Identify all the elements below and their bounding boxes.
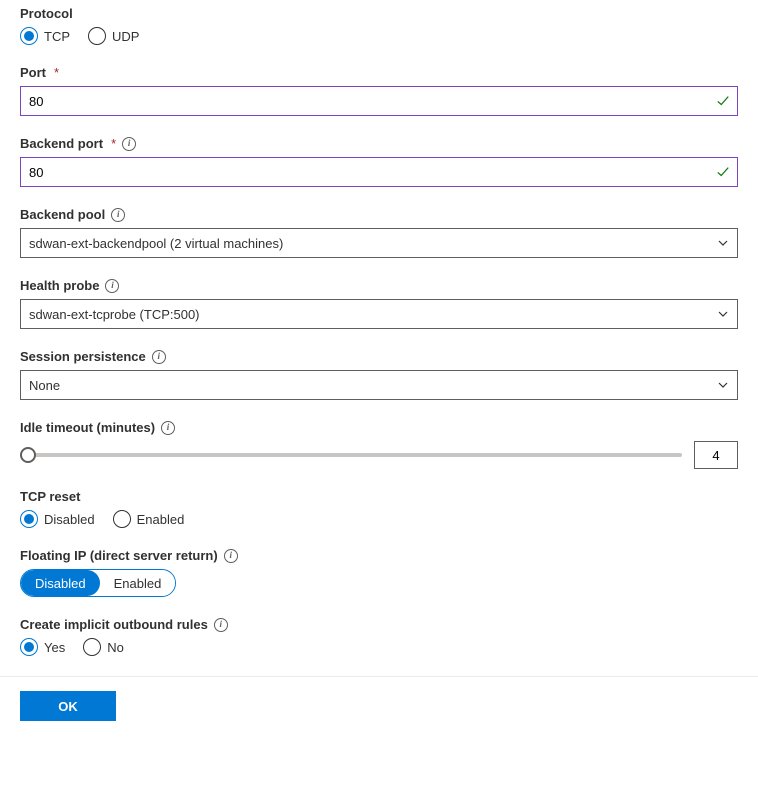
idle-timeout-value-input[interactable] bbox=[694, 441, 738, 469]
outbound-rules-no-label: No bbox=[107, 640, 124, 655]
radio-circle-icon bbox=[20, 510, 38, 528]
radio-circle-icon bbox=[83, 638, 101, 656]
tcp-reset-radio-group: Disabled Enabled bbox=[20, 510, 738, 528]
port-label: Port * bbox=[20, 65, 738, 80]
floating-ip-enabled-label: Enabled bbox=[114, 576, 162, 591]
info-icon[interactable]: i bbox=[161, 421, 175, 435]
radio-circle-icon bbox=[88, 27, 106, 45]
backend-pool-label: Backend pool i bbox=[20, 207, 738, 222]
protocol-label: Protocol bbox=[20, 6, 738, 21]
radio-circle-icon bbox=[20, 638, 38, 656]
protocol-tcp-label: TCP bbox=[44, 29, 70, 44]
tcp-reset-radio-enabled[interactable]: Enabled bbox=[113, 510, 185, 528]
floating-ip-label-text: Floating IP (direct server return) bbox=[20, 548, 218, 563]
protocol-radio-group: TCP UDP bbox=[20, 27, 738, 45]
session-persistence-label: Session persistence i bbox=[20, 349, 738, 364]
health-probe-label: Health probe i bbox=[20, 278, 738, 293]
port-field: Port * bbox=[20, 65, 738, 116]
info-icon[interactable]: i bbox=[105, 279, 119, 293]
session-persistence-value: None bbox=[29, 378, 60, 393]
protocol-label-text: Protocol bbox=[20, 6, 73, 21]
info-icon[interactable]: i bbox=[152, 350, 166, 364]
protocol-udp-label: UDP bbox=[112, 29, 139, 44]
info-icon[interactable]: i bbox=[111, 208, 125, 222]
tcp-reset-label-text: TCP reset bbox=[20, 489, 80, 504]
required-indicator: * bbox=[111, 136, 116, 151]
footer-bar: OK bbox=[0, 677, 758, 741]
info-icon[interactable]: i bbox=[224, 549, 238, 563]
load-balancing-rule-form: Protocol TCP UDP Port * Backen bbox=[0, 0, 758, 656]
outbound-rules-label-text: Create implicit outbound rules bbox=[20, 617, 208, 632]
checkmark-icon bbox=[716, 165, 730, 179]
outbound-rules-field: Create implicit outbound rules i Yes No bbox=[20, 617, 738, 656]
radio-circle-icon bbox=[113, 510, 131, 528]
health-probe-label-text: Health probe bbox=[20, 278, 99, 293]
idle-timeout-slider[interactable] bbox=[20, 445, 682, 465]
ok-button[interactable]: OK bbox=[20, 691, 116, 721]
backend-pool-field: Backend pool i sdwan-ext-backendpool (2 … bbox=[20, 207, 738, 258]
protocol-radio-udp[interactable]: UDP bbox=[88, 27, 139, 45]
tcp-reset-enabled-label: Enabled bbox=[137, 512, 185, 527]
floating-ip-toggle: Disabled Enabled bbox=[20, 569, 176, 597]
idle-timeout-field: Idle timeout (minutes) i bbox=[20, 420, 738, 469]
info-icon[interactable]: i bbox=[214, 618, 228, 632]
tcp-reset-field: TCP reset Disabled Enabled bbox=[20, 489, 738, 528]
chevron-down-icon bbox=[717, 308, 729, 320]
session-persistence-label-text: Session persistence bbox=[20, 349, 146, 364]
slider-thumb-icon[interactable] bbox=[20, 447, 36, 463]
checkmark-icon bbox=[716, 94, 730, 108]
protocol-radio-tcp[interactable]: TCP bbox=[20, 27, 70, 45]
port-input[interactable] bbox=[20, 86, 738, 116]
outbound-rules-radio-no[interactable]: No bbox=[83, 638, 124, 656]
backend-pool-label-text: Backend pool bbox=[20, 207, 105, 222]
backend-pool-value: sdwan-ext-backendpool (2 virtual machine… bbox=[29, 236, 283, 251]
health-probe-field: Health probe i sdwan-ext-tcprobe (TCP:50… bbox=[20, 278, 738, 329]
backend-port-label: Backend port * i bbox=[20, 136, 738, 151]
outbound-rules-yes-label: Yes bbox=[44, 640, 65, 655]
outbound-rules-radio-yes[interactable]: Yes bbox=[20, 638, 65, 656]
protocol-field: Protocol TCP UDP bbox=[20, 6, 738, 45]
backend-port-label-text: Backend port bbox=[20, 136, 103, 151]
chevron-down-icon bbox=[717, 237, 729, 249]
port-label-text: Port bbox=[20, 65, 46, 80]
outbound-rules-label: Create implicit outbound rules i bbox=[20, 617, 738, 632]
backend-port-field: Backend port * i bbox=[20, 136, 738, 187]
tcp-reset-radio-disabled[interactable]: Disabled bbox=[20, 510, 95, 528]
outbound-rules-radio-group: Yes No bbox=[20, 638, 738, 656]
idle-timeout-label: Idle timeout (minutes) i bbox=[20, 420, 738, 435]
health-probe-select[interactable]: sdwan-ext-tcprobe (TCP:500) bbox=[20, 299, 738, 329]
tcp-reset-label: TCP reset bbox=[20, 489, 738, 504]
idle-timeout-label-text: Idle timeout (minutes) bbox=[20, 420, 155, 435]
tcp-reset-disabled-label: Disabled bbox=[44, 512, 95, 527]
session-persistence-select[interactable]: None bbox=[20, 370, 738, 400]
floating-ip-option-enabled[interactable]: Enabled bbox=[100, 570, 176, 596]
floating-ip-option-disabled[interactable]: Disabled bbox=[21, 570, 100, 596]
floating-ip-label: Floating IP (direct server return) i bbox=[20, 548, 738, 563]
info-icon[interactable]: i bbox=[122, 137, 136, 151]
backend-pool-select[interactable]: sdwan-ext-backendpool (2 virtual machine… bbox=[20, 228, 738, 258]
session-persistence-field: Session persistence i None bbox=[20, 349, 738, 400]
radio-circle-icon bbox=[20, 27, 38, 45]
required-indicator: * bbox=[54, 65, 59, 80]
chevron-down-icon bbox=[717, 379, 729, 391]
backend-port-input[interactable] bbox=[20, 157, 738, 187]
floating-ip-disabled-label: Disabled bbox=[35, 576, 86, 591]
floating-ip-field: Floating IP (direct server return) i Dis… bbox=[20, 548, 738, 597]
health-probe-value: sdwan-ext-tcprobe (TCP:500) bbox=[29, 307, 200, 322]
